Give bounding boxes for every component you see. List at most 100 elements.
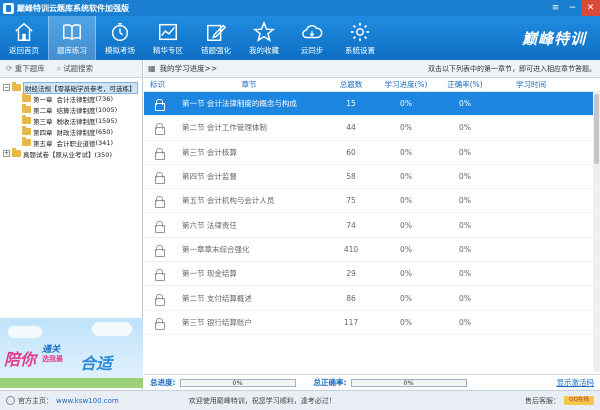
chapter-count: (341) (95, 138, 113, 147)
tree-chapter[interactable]: 第三章 税收法律制度 (1595) (0, 115, 142, 126)
chapter-name: 结算法律制度 (56, 106, 96, 115)
redownload-bank-button[interactable]: ⟳ 重下题库 (0, 63, 51, 74)
question-search-button[interactable]: ⌕ 试题搜索 (51, 63, 99, 74)
official-site-link[interactable]: www.ksw100.com (56, 397, 119, 405)
col-header-total: 总题数 (339, 80, 363, 89)
total-progress-label: 总进度: (150, 378, 176, 387)
star-icon (253, 21, 275, 42)
grid-icon: ▦ (148, 64, 156, 73)
chapter-number: 第二章 (33, 106, 53, 115)
tree-root-finance-law[interactable]: − 财经法规【零基础学员参考，可选练】 (0, 81, 142, 94)
promo-text: 合适 (80, 354, 113, 373)
row-section: 第三节 会计核算 (182, 147, 237, 157)
tree-chapter[interactable]: 第四章 财政法律制度 (650) (0, 126, 142, 137)
tree-node-label: 真题试卷【原从业考试】(350) (23, 150, 112, 159)
table-row[interactable]: 第三节 会计核算 60 0% 0% (144, 141, 600, 165)
chapter-name: 税收法律制度 (56, 117, 96, 126)
scrollbar-thumb[interactable] (594, 94, 599, 164)
col-header-accuracy: 正确率(%) (447, 80, 483, 89)
homepage-icon (6, 396, 15, 405)
total-accuracy-label: 总正确率: (313, 378, 347, 387)
table-scrollbar[interactable] (593, 92, 600, 372)
table-row[interactable]: 第六节 法律责任 74 0% 0% (144, 213, 600, 238)
close-icon[interactable]: ✕ (581, 0, 600, 16)
chapter-number: 第三章 (33, 117, 53, 126)
col-header-progress: 学习进度(%) (384, 80, 428, 89)
row-section: 第二节 会计工作管理体制 (182, 123, 267, 133)
table-row[interactable]: 第一节 现金结算 29 0% 0% (144, 262, 600, 287)
chapter-count: (1005) (95, 105, 118, 114)
toolbar-label: 精华专区 (153, 46, 183, 55)
progress-label[interactable]: 我的学习进度>> (160, 63, 218, 74)
row-section: 第三节 银行结算账户 (182, 317, 252, 327)
folder-icon (22, 104, 31, 113)
show-activation-code-link[interactable]: 显示激活码 (557, 377, 595, 388)
left-tabs: ⟳ 重下题库 ⌕ 试题搜索 (0, 60, 142, 78)
chapter-name: 财政法律制度 (56, 128, 96, 137)
row-accuracy: 0% (459, 196, 471, 206)
window-controls: ≡ − ✕ (547, 0, 600, 16)
grass-decoration (0, 378, 143, 388)
row-progress: 0% (400, 317, 412, 327)
row-total: 44 (346, 123, 356, 133)
row-progress: 0% (400, 172, 412, 182)
row-total: 75 (346, 196, 356, 206)
minimize-icon[interactable]: − (564, 0, 581, 16)
toolbar-settings-button[interactable]: 系统设置 (336, 16, 384, 60)
table-row[interactable]: 第三节 银行结算账户 117 0% 0% (144, 311, 600, 335)
main-panel: ▦ 我的学习进度>> 双击以下列表中的第一章节，即可进入相应章节答题。 标识 章… (144, 60, 600, 390)
toolbar-home-button[interactable]: 返回首页 (0, 16, 48, 60)
folder-icon (22, 137, 31, 146)
toolbar-label: 模拟考场 (105, 46, 135, 55)
toolbar-label: 题库练习 (57, 46, 87, 55)
tree-chapter[interactable]: 第一章 会计法律制度 (736) (0, 93, 142, 104)
row-section: 第一章章末综合强化 (182, 244, 250, 254)
row-accuracy: 0% (459, 99, 471, 109)
table-row[interactable]: 第二节 会计工作管理体制 44 0% 0% (144, 116, 600, 141)
promo-text: 选我最 (42, 355, 63, 363)
row-accuracy: 0% (459, 172, 471, 182)
tree-chapter[interactable]: 第五章 会计职业道德 (341) (0, 137, 142, 148)
row-section: 第一节 现金结算 (182, 269, 237, 279)
chapter-count: (736) (95, 94, 113, 103)
toolbar-label: 错题强化 (201, 46, 231, 55)
instruction-hint: 双击以下列表中的第一章节，即可进入相应章节答题。 (428, 64, 596, 73)
toolbar-mistakes-button[interactable]: 错题强化 (192, 16, 240, 60)
tree-node-label: 财经法规【零基础学员参考，可选练】 (23, 81, 138, 94)
qq-online-button[interactable]: QQ在线 (564, 396, 594, 405)
row-total: 58 (346, 172, 356, 182)
total-accuracy-bar: 0% (350, 378, 467, 387)
expand-icon[interactable]: + (3, 150, 10, 157)
row-progress: 0% (400, 244, 412, 254)
toolbar-sync-button[interactable]: 云同步 (288, 16, 336, 60)
site-label: 官方主页： (18, 396, 53, 405)
brand-logo: 巅峰特训 (521, 29, 586, 48)
window-title: 巅峰特训云题库系统软件加强版 (17, 3, 129, 13)
menu-icon[interactable]: ≡ (547, 0, 564, 16)
table-row[interactable]: 第二节 支付结算概述 86 0% 0% (144, 286, 600, 311)
toolbar-label: 返回首页 (9, 46, 39, 55)
toolbar-exam-button[interactable]: 模拟考场 (96, 16, 144, 60)
row-accuracy: 0% (459, 147, 471, 157)
tree-root-past-exams[interactable]: + 真题试卷【原从业考试】(350) (0, 148, 142, 159)
toolbar-featured-button[interactable]: 精华专区 (144, 16, 192, 60)
book-icon (63, 24, 81, 41)
toolbar-favorites-button[interactable]: 我的收藏 (240, 16, 288, 60)
col-header-flag: 标识 (150, 80, 165, 89)
table-row[interactable]: 第五节 会计机构与会计人员 75 0% 0% (144, 189, 600, 214)
chapter-number: 第四章 (33, 128, 53, 137)
table-row[interactable]: 第四节 会计监督 58 0% 0% (144, 165, 600, 190)
toolbar-practice-button[interactable]: 题库练习 (48, 16, 96, 60)
row-accuracy: 0% (459, 244, 471, 254)
table-row[interactable]: 第一节 会计法律制度的概念与构成 15 0% 0% (144, 92, 600, 117)
row-section: 第五节 会计机构与会计人员 (182, 196, 275, 206)
row-progress: 0% (400, 99, 412, 109)
table-row[interactable]: 第一章章末综合强化 410 0% 0% (144, 238, 600, 263)
row-total: 15 (346, 99, 356, 109)
chapter-number: 第五章 (33, 139, 53, 148)
row-progress: 0% (400, 269, 412, 279)
progress-header: ▦ 我的学习进度>> 双击以下列表中的第一章节，即可进入相应章节答题。 (144, 60, 600, 78)
tree-chapter[interactable]: 第二章 结算法律制度 (1005) (0, 104, 142, 115)
collapse-icon[interactable]: − (3, 84, 10, 91)
service-label: 售后客服： (525, 396, 560, 405)
